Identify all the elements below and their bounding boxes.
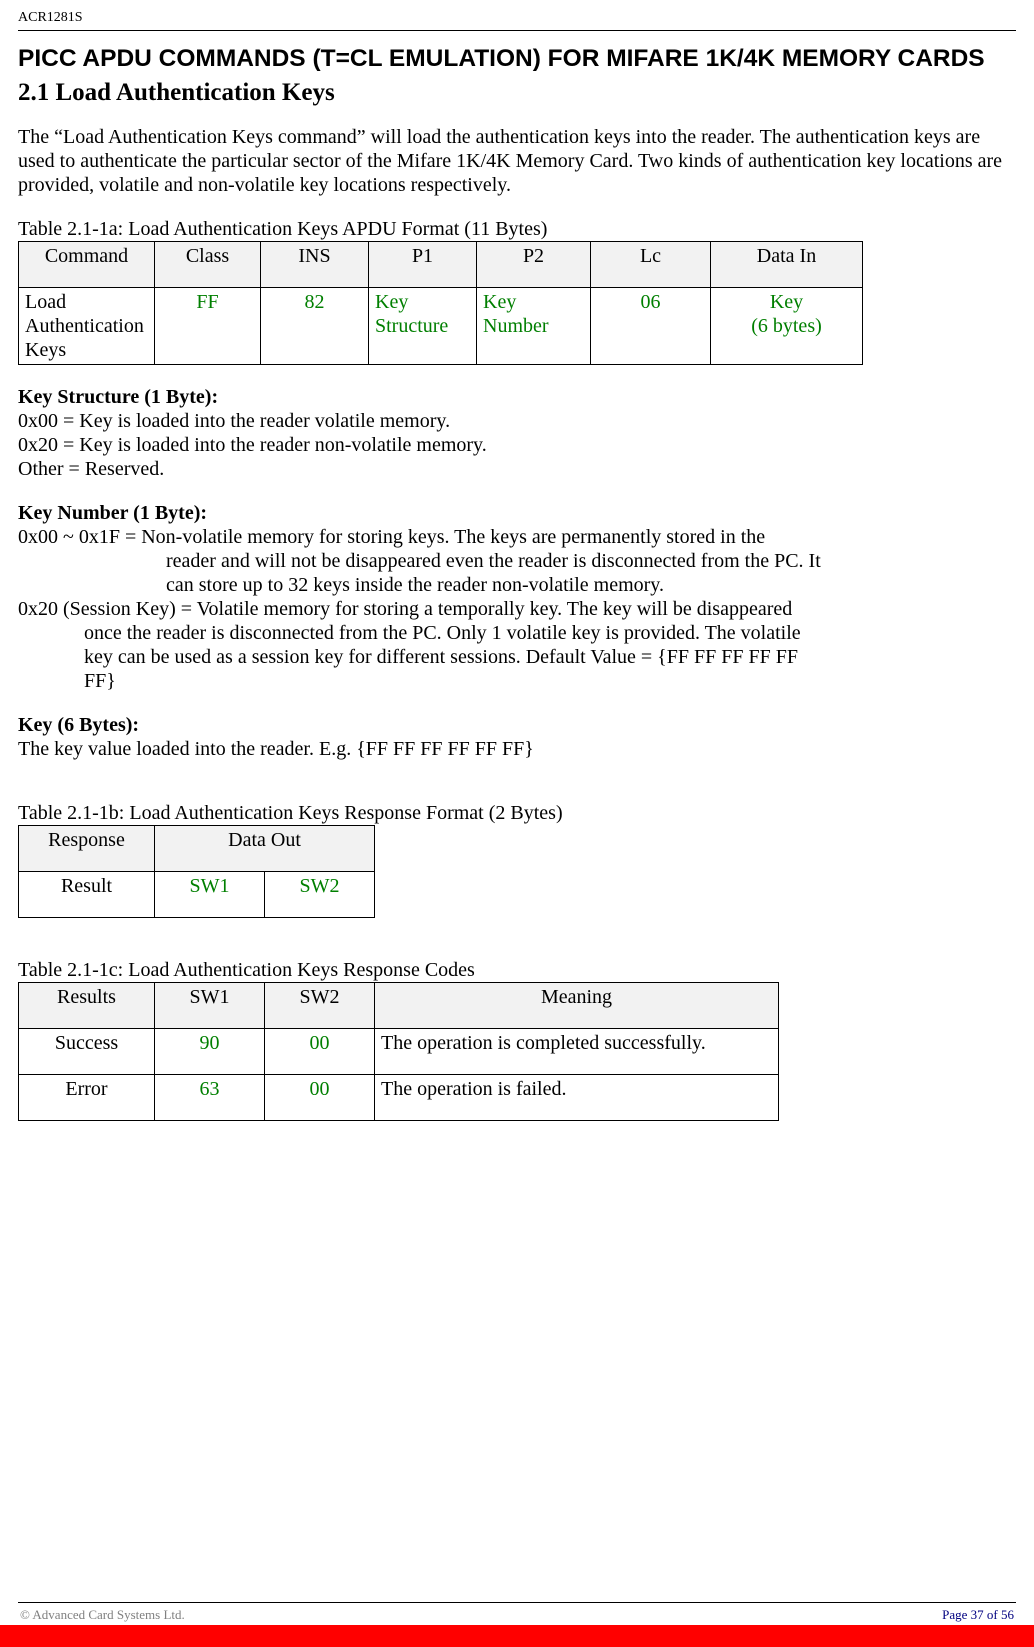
- header-rule: [18, 30, 1016, 31]
- td-r1-s1: 63: [155, 1075, 265, 1121]
- kn-a2: reader and will not be disappeared even …: [18, 549, 1016, 573]
- key6-title: Key (6 Bytes):: [18, 713, 1016, 737]
- th-sw2: SW2: [265, 983, 375, 1029]
- th-sw1: SW1: [155, 983, 265, 1029]
- heading-sub: 2.1 Load Authentication Keys: [18, 79, 1016, 107]
- heading-main: PICC APDU COMMANDS (T=CL EMULATION) FOR …: [18, 45, 1016, 73]
- td-r0-s2: 00: [265, 1029, 375, 1075]
- table1-caption: Table 2.1-1a: Load Authentication Keys A…: [18, 217, 1016, 241]
- footer-rule: [18, 1602, 1016, 1603]
- td-r1-m: The operation is failed.: [375, 1075, 779, 1121]
- table-row: Error 63 00 The operation is failed.: [19, 1075, 779, 1121]
- td-sw1: SW1: [155, 872, 265, 918]
- td-datain-l1: Key: [770, 291, 803, 313]
- th-p1: P1: [369, 242, 477, 288]
- table-row: Result SW1 SW2: [19, 872, 375, 918]
- td-datain-l2: (6 bytes): [751, 315, 822, 337]
- kn-title: Key Number (1 Byte):: [18, 501, 1016, 525]
- table-row: Load Authentication Keys FF 82 Key Struc…: [19, 288, 863, 365]
- td-p2: Key Number: [477, 288, 591, 365]
- kn-b1: 0x20 (Session Key) = Volatile memory for…: [18, 597, 1016, 621]
- kn-a3: can store up to 32 keys inside the reade…: [18, 573, 1016, 597]
- header-model: ACR1281S: [18, 10, 1016, 26]
- kn-b3: key can be used as a session key for dif…: [18, 645, 1016, 669]
- table-response-codes: Results SW1 SW2 Meaning Success 90 00 Th…: [18, 982, 779, 1121]
- ks-l1: 0x00 = Key is loaded into the reader vol…: [18, 409, 1016, 433]
- td-sw2: SW2: [265, 872, 375, 918]
- th-response: Response: [19, 826, 155, 872]
- table-row: Response Data Out: [19, 826, 375, 872]
- th-meaning: Meaning: [375, 983, 779, 1029]
- footer-copyright: © Advanced Card Systems Ltd.: [20, 1607, 185, 1623]
- td-r0-m: The operation is completed successfully.: [375, 1029, 779, 1075]
- td-class: FF: [155, 288, 261, 365]
- td-result: Result: [19, 872, 155, 918]
- th-command: Command: [19, 242, 155, 288]
- table2-caption: Table 2.1-1b: Load Authentication Keys R…: [18, 801, 1016, 825]
- ks-l3: Other = Reserved.: [18, 457, 1016, 481]
- td-r0: Success: [19, 1029, 155, 1075]
- th-ins: INS: [261, 242, 369, 288]
- th-dataout: Data Out: [155, 826, 375, 872]
- td-r1-s2: 00: [265, 1075, 375, 1121]
- intro-paragraph: The “Load Authentication Keys command” w…: [18, 125, 1016, 197]
- th-datain: Data In: [711, 242, 863, 288]
- kn-b4: FF}: [18, 669, 1016, 693]
- th-results: Results: [19, 983, 155, 1029]
- footer-red-bar: [0, 1625, 1034, 1647]
- table-apdu-format: Command Class INS P1 P2 Lc Data In Load …: [18, 241, 863, 365]
- footer: © Advanced Card Systems Ltd. Page 37 of …: [0, 1602, 1034, 1647]
- td-datain: Key (6 bytes): [711, 288, 863, 365]
- td-lc: 06: [591, 288, 711, 365]
- ks-l2: 0x20 = Key is loaded into the reader non…: [18, 433, 1016, 457]
- ks-title: Key Structure (1 Byte):: [18, 385, 1016, 409]
- table-row: Success 90 00 The operation is completed…: [19, 1029, 779, 1075]
- table-row: Command Class INS P1 P2 Lc Data In: [19, 242, 863, 288]
- footer-page: Page 37 of 56: [942, 1607, 1014, 1623]
- key6-l1: The key value loaded into the reader. E.…: [18, 737, 1016, 761]
- th-p2: P2: [477, 242, 591, 288]
- td-r0-s1: 90: [155, 1029, 265, 1075]
- body-content: The “Load Authentication Keys command” w…: [18, 125, 1016, 1121]
- table-response-format: Response Data Out Result SW1 SW2: [18, 825, 375, 918]
- th-lc: Lc: [591, 242, 711, 288]
- td-cmd: Load Authentication Keys: [19, 288, 155, 365]
- td-p1: Key Structure: [369, 288, 477, 365]
- td-r1: Error: [19, 1075, 155, 1121]
- th-class: Class: [155, 242, 261, 288]
- kn-b2: once the reader is disconnected from the…: [18, 621, 1016, 645]
- table3-caption: Table 2.1-1c: Load Authentication Keys R…: [18, 958, 1016, 982]
- td-ins: 82: [261, 288, 369, 365]
- table-row: Results SW1 SW2 Meaning: [19, 983, 779, 1029]
- page: ACR1281S PICC APDU COMMANDS (T=CL EMULAT…: [0, 0, 1034, 1647]
- kn-a1: 0x00 ~ 0x1F = Non-volatile memory for st…: [18, 525, 1016, 549]
